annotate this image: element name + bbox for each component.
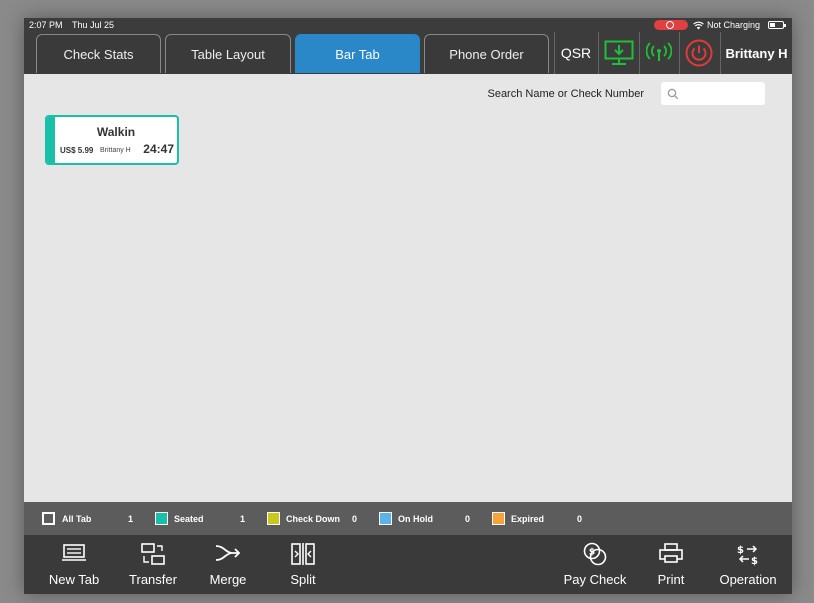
search-input[interactable] [683, 85, 763, 103]
legend-expired-count: 0 [577, 514, 583, 524]
operation-label: Operation [719, 572, 777, 587]
transfer-icon [141, 543, 165, 565]
merge-label: Merge [209, 572, 247, 587]
tab-name: Walkin [96, 125, 136, 139]
new-tab-button[interactable]: New Tab [34, 535, 114, 594]
search-label: Search Name or Check Number [487, 88, 644, 100]
new-tab-icon [62, 544, 86, 561]
operation-button[interactable]: $ $ Operation [708, 535, 788, 594]
print-label: Print [657, 572, 685, 587]
legend-check-down-swatch[interactable] [267, 512, 280, 525]
split-icon [291, 543, 315, 565]
legend-all-tab-label: All Tab [62, 514, 92, 524]
tab-amount: US$ 5.99 [60, 146, 94, 155]
qsr-button[interactable]: QSR [555, 32, 597, 74]
download-screen-button[interactable] [600, 32, 638, 74]
nav-divider [598, 32, 599, 74]
tab-elapsed-time: 24:47 [143, 142, 174, 156]
printer-icon [659, 543, 683, 563]
user-menu[interactable]: Brittany H [721, 32, 792, 74]
connection-status-button[interactable] [640, 32, 678, 74]
screen-recording-icon [654, 20, 688, 30]
power-icon [685, 39, 713, 67]
legend-on-hold-label: On Hold [398, 514, 433, 524]
legend-seated-label: Seated [174, 514, 204, 524]
legend-expired-label: Expired [511, 514, 545, 524]
tab-bar-tab[interactable]: Bar Tab [295, 34, 420, 73]
antenna-signal-icon [646, 42, 672, 61]
legend-on-hold-count: 0 [465, 514, 471, 524]
app-window: 2:07 PM Thu Jul 25 Not Charging Check St… [24, 18, 792, 594]
print-button[interactable]: Print [631, 535, 711, 594]
pay-check-button[interactable]: $ Pay Check [555, 535, 635, 594]
tab-server: Brittany H [100, 147, 131, 154]
svg-text:$: $ [751, 556, 758, 566]
status-date: Thu Jul 25 [72, 20, 115, 30]
legend-expired-swatch[interactable] [492, 512, 505, 525]
search-icon [667, 87, 679, 105]
top-navigation: Check Stats Table Layout Bar Tab Phone O… [24, 32, 792, 74]
status-bar: 2:07 PM Thu Jul 25 Not Charging [24, 18, 792, 32]
legend-all-tab-checkbox[interactable] [42, 512, 55, 525]
tab-check-stats[interactable]: Check Stats [36, 34, 161, 73]
status-time: 2:07 PM [29, 20, 63, 30]
pay-check-label: Pay Check [563, 572, 627, 587]
split-label: Split [290, 572, 316, 587]
charging-status: Not Charging [707, 20, 761, 30]
search-field[interactable] [661, 82, 765, 105]
transfer-button[interactable]: Transfer [113, 535, 193, 594]
legend-seated-swatch[interactable] [155, 512, 168, 525]
legend-on-hold-swatch[interactable] [379, 512, 392, 525]
legend-all-tab-count: 1 [128, 514, 134, 524]
new-tab-label: New Tab [48, 572, 100, 587]
split-button[interactable]: Split [263, 535, 343, 594]
tab-phone-order[interactable]: Phone Order [424, 34, 549, 73]
power-button[interactable] [680, 32, 718, 74]
svg-text:$: $ [589, 548, 595, 558]
tab-table-layout[interactable]: Table Layout [165, 34, 291, 73]
monitor-download-icon [604, 40, 634, 65]
merge-button[interactable]: Merge [188, 535, 268, 594]
transfer-label: Transfer [129, 572, 177, 587]
legend-check-down-label: Check Down [286, 514, 341, 524]
merge-icon [215, 545, 241, 561]
pay-check-icon: $ [583, 542, 607, 566]
currency-exchange-icon: $$ [737, 545, 758, 566]
tab-status-strip [47, 117, 55, 163]
legend-seated-count: 1 [240, 514, 246, 524]
legend-check-down-count: 0 [352, 514, 358, 524]
battery-icon [768, 21, 786, 29]
bar-tab-card[interactable]: Walkin US$ 5.99 Brittany H 24:47 [45, 115, 179, 165]
status-legend: All Tab 1 Seated 1 Check Down 0 On Hold … [24, 502, 792, 535]
bottom-toolbar: New Tab Transfer Merge Split $ Pay Check… [24, 535, 792, 594]
svg-text:$: $ [737, 545, 744, 556]
